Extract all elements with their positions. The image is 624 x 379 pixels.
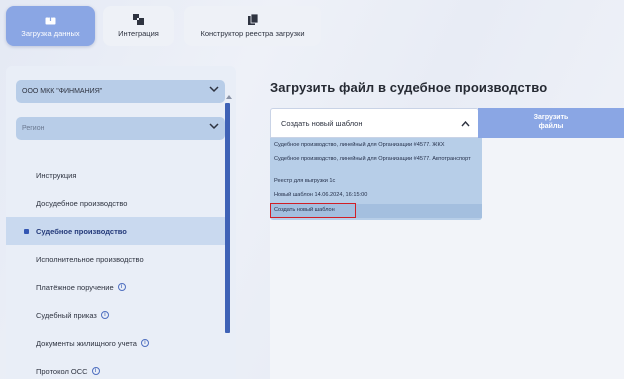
- documents-icon: [247, 14, 259, 25]
- info-icon[interactable]: i: [140, 339, 149, 347]
- organization-select[interactable]: ООО МКК "ФИНМАНИЯ": [16, 80, 225, 103]
- sidebar-menu: Инструкция Досудебное производство Судеб…: [6, 161, 228, 379]
- tab-upload-data-label: Загрузка данных: [21, 29, 80, 38]
- sidebar-item-court-proceedings[interactable]: Судебное производство: [6, 217, 228, 245]
- tab-integration-label: Интеграция: [118, 29, 159, 38]
- sidebar-item-label: Протокол ОСС: [36, 366, 88, 376]
- sidebar-item-label: Платёжное поручение: [36, 282, 114, 292]
- chevron-down-icon: [209, 123, 219, 132]
- sidebar-item-court-order[interactable]: Судебный приказ i: [6, 301, 228, 329]
- sidebar-item-instruction[interactable]: Инструкция: [6, 161, 228, 189]
- template-option-new-template[interactable]: Новый шаблон 14.06.2024, 16:15:00: [274, 192, 367, 199]
- organization-select-value: ООО МКК "ФИНМАНИЯ": [22, 88, 103, 95]
- sidebar-item-label: Исполнительное производство: [36, 254, 144, 264]
- sidebar-item-label: Досудебное производство: [36, 198, 128, 208]
- tab-upload-data[interactable]: Загрузка данных: [6, 6, 95, 46]
- sidebar-item-payment-order[interactable]: Платёжное поручение i: [6, 273, 228, 301]
- template-select[interactable]: Создать новый шаблон: [270, 108, 479, 138]
- sidebar-scrollbar[interactable]: [225, 103, 230, 333]
- sidebar-item-label: Инструкция: [36, 170, 77, 180]
- page-title: Загрузить файл в судебное производство: [270, 80, 548, 95]
- tab-registry-constructor[interactable]: Конструктор реестра загрузки: [184, 6, 321, 46]
- highlight-frame: [270, 203, 356, 218]
- sidebar-item-label: Документы жилищного учета: [36, 338, 137, 348]
- sidebar-item-label: Судебный приказ: [36, 310, 97, 320]
- left-sidebar: ООО МКК "ФИНМАНИЯ" Регион Инструкция Дос…: [6, 66, 236, 379]
- template-option-transport[interactable]: Судебное производство, линейный для Орга…: [274, 156, 471, 163]
- integration-icon: [133, 14, 145, 25]
- sidebar-item-pretrial[interactable]: Досудебное производство: [6, 189, 228, 217]
- info-icon[interactable]: i: [91, 367, 100, 375]
- template-option-1c-registry[interactable]: Реестр для выгрузки 1с: [274, 178, 335, 185]
- tab-integration[interactable]: Интеграция: [103, 6, 174, 46]
- upload-box-icon: [45, 14, 57, 25]
- template-select-value: Создать новый шаблон: [281, 118, 363, 128]
- region-select-placeholder: Регион: [22, 125, 45, 132]
- region-select[interactable]: Регион: [16, 117, 225, 140]
- sidebar-item-label: Судебное производство: [36, 226, 127, 236]
- upload-files-button[interactable]: Загрузить файлы: [478, 108, 624, 138]
- template-option-housing[interactable]: Судебное производство, линейный для Орга…: [274, 142, 444, 149]
- upload-files-button-label: Загрузить файлы: [533, 114, 569, 130]
- chevron-down-icon: [209, 86, 219, 95]
- tab-registry-constructor-label: Конструктор реестра загрузки: [200, 29, 305, 38]
- info-icon[interactable]: i: [117, 283, 126, 291]
- chevron-up-icon: [461, 120, 470, 129]
- active-indicator-icon: [24, 229, 29, 234]
- info-icon[interactable]: i: [100, 311, 109, 319]
- sidebar-item-enforcement[interactable]: Исполнительное производство: [6, 245, 228, 273]
- scroll-up-arrow-icon[interactable]: [226, 95, 232, 99]
- sidebar-item-oss-protocol[interactable]: Протокол ОСС i: [6, 357, 228, 379]
- sidebar-item-housing-documents[interactable]: Документы жилищного учета i: [6, 329, 228, 357]
